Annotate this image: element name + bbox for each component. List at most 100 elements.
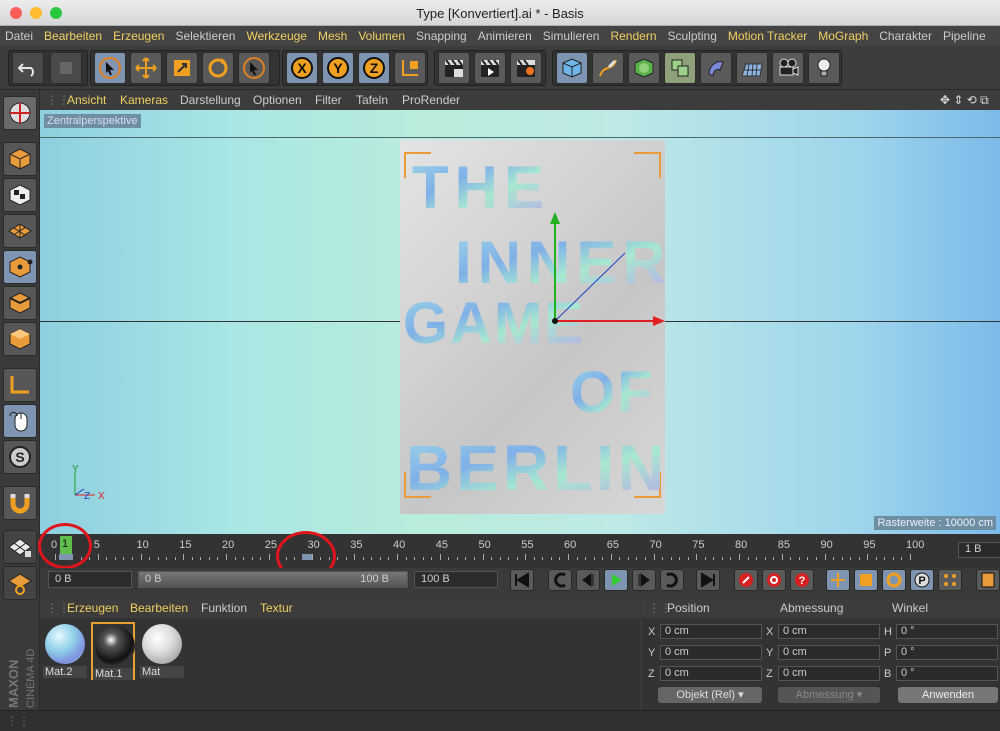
z-axis-lock-button[interactable]: Z (358, 52, 390, 84)
menu-erzeugen[interactable]: Erzeugen (108, 26, 170, 43)
menu-simulieren[interactable]: Simulieren (538, 26, 606, 43)
menu-werkzeuge[interactable]: Werkzeuge (241, 26, 312, 43)
menu-volumen[interactable]: Volumen (353, 26, 411, 43)
go-to-start-button[interactable] (510, 569, 534, 591)
cube-object-button[interactable] (556, 52, 588, 84)
light-button[interactable] (808, 52, 840, 84)
rotate-tool-button[interactable] (202, 52, 234, 84)
array-button[interactable] (664, 52, 696, 84)
go-to-end-button[interactable] (696, 569, 720, 591)
subdivision-surface-button[interactable] (628, 52, 660, 84)
y-axis-lock-button[interactable]: Y (322, 52, 354, 84)
pos-z-field[interactable]: 0 cm (660, 666, 762, 681)
menu-mesh[interactable]: Mesh (313, 26, 353, 43)
material-swatch-mat1[interactable]: Mat.1 (91, 622, 135, 680)
key-parameter-button[interactable]: P (910, 569, 934, 591)
undo-button[interactable] (12, 52, 44, 84)
next-frame-button[interactable] (632, 569, 656, 591)
key-rotation-button[interactable] (882, 569, 906, 591)
x-axis-lock-button[interactable]: X (286, 52, 318, 84)
workplane-button[interactable] (3, 566, 37, 600)
preview-max-field[interactable]: 100 B (414, 571, 498, 588)
coordinate-system-button[interactable] (394, 52, 426, 84)
material-swatch-mat2[interactable]: Mat.2 (43, 622, 87, 680)
size-x-field[interactable]: 0 cm (778, 624, 880, 639)
current-frame-field[interactable]: 1 B (958, 542, 1000, 558)
vp-menu-ansicht[interactable]: Ansicht (67, 93, 106, 107)
deformer-button[interactable] (700, 52, 732, 84)
material-swatch-mat[interactable]: Mat (140, 622, 184, 680)
coordinate-mode-dropdown[interactable]: Objekt (Rel) ▾ (658, 687, 762, 703)
menu-selektieren[interactable]: Selektieren (170, 26, 241, 43)
menu-charakter[interactable]: Charakter (874, 26, 938, 43)
timeline-window-button[interactable] (976, 569, 1000, 591)
menu-pipeline[interactable]: Pipeline (938, 26, 992, 43)
preview-min-field[interactable]: 0 B (48, 571, 132, 588)
rot-b-field[interactable]: 0 ° (896, 666, 998, 681)
size-mode-dropdown[interactable]: Abmessung ▾ (778, 687, 880, 703)
render-picture-viewer-button[interactable] (474, 52, 506, 84)
menu-bearbeiten[interactable]: Bearbeiten (39, 26, 108, 43)
spline-pen-button[interactable] (592, 52, 624, 84)
edges-mode-button[interactable] (3, 286, 37, 320)
pos-x-field[interactable]: 0 cm (660, 624, 762, 639)
preview-range-slider[interactable]: 0 B 100 B (138, 571, 408, 588)
menu-datei[interactable]: Datei (0, 26, 39, 43)
last-tool-button[interactable] (238, 52, 270, 84)
viewport-3d[interactable]: Zentralperspektive THE INNER GAME OF BER… (40, 110, 1000, 534)
workplane-mode-button[interactable] (3, 214, 37, 248)
gizmo-z-axis[interactable] (554, 252, 626, 322)
apply-button[interactable]: Anwenden (898, 687, 998, 703)
live-selection-button[interactable] (94, 52, 126, 84)
size-y-field[interactable]: 0 cm (778, 645, 880, 660)
axis-mode-button[interactable] (3, 368, 37, 402)
render-settings-button[interactable] (510, 52, 542, 84)
move-tool-button[interactable] (130, 52, 162, 84)
scale-tool-button[interactable] (166, 52, 198, 84)
make-editable-button[interactable] (3, 96, 37, 130)
previous-key-button[interactable] (548, 569, 572, 591)
autokey-button[interactable] (762, 569, 786, 591)
texture-mode-button[interactable] (3, 178, 37, 212)
menu-sculpting[interactable]: Sculpting (663, 26, 723, 43)
rot-p-field[interactable]: 0 ° (896, 645, 998, 660)
vp-menu-tafeln[interactable]: Tafeln (356, 93, 388, 107)
tweak-mode-button[interactable] (3, 404, 37, 438)
key-scale-button[interactable] (854, 569, 878, 591)
vp-menu-kameras[interactable]: Kameras (120, 93, 168, 107)
key-position-button[interactable] (826, 569, 850, 591)
key-pla-button[interactable] (938, 569, 962, 591)
gizmo-origin[interactable] (552, 318, 558, 324)
vp-menu-darstellung[interactable]: Darstellung (180, 93, 241, 107)
camera-button[interactable] (772, 52, 804, 84)
vp-menu-filter[interactable]: Filter (315, 93, 342, 107)
next-key-button[interactable] (660, 569, 684, 591)
menu-mograph[interactable]: MoGraph (813, 26, 874, 43)
previous-frame-button[interactable] (576, 569, 600, 591)
mat-menu-funktion[interactable]: Funktion (201, 601, 247, 615)
menu-motion-tracker[interactable]: Motion Tracker (723, 26, 813, 43)
pos-y-field[interactable]: 0 cm (660, 645, 762, 660)
gizmo-y-arrow[interactable] (550, 212, 560, 224)
solo-button[interactable]: S (3, 440, 37, 474)
size-z-field[interactable]: 0 cm (778, 666, 880, 681)
menu-snapping[interactable]: Snapping (411, 26, 473, 43)
timeline-ruler[interactable]: 0 5 10 15 20 25 30 35 40 45 50 55 60 65 70 75 80 85 90 95 10… (40, 534, 1000, 568)
redo-button[interactable] (50, 52, 82, 84)
floor-button[interactable] (736, 52, 768, 84)
menu-rendern[interactable]: Rendern (605, 26, 662, 43)
snap-button[interactable] (3, 486, 37, 520)
mat-menu-textur[interactable]: Textur (260, 601, 293, 615)
points-mode-button[interactable] (3, 250, 37, 284)
mat-menu-erzeugen[interactable]: Erzeugen (67, 601, 118, 615)
mat-menu-bearbeiten[interactable]: Bearbeiten (130, 601, 188, 615)
rot-h-field[interactable]: 0 ° (896, 624, 998, 639)
render-view-button[interactable] (438, 52, 470, 84)
keyframe-selection-button[interactable]: ? (790, 569, 814, 591)
play-button[interactable] (604, 569, 628, 591)
menu-animieren[interactable]: Animieren (473, 26, 538, 43)
workplane-lock-button[interactable] (3, 530, 37, 564)
gizmo-x-arrow[interactable] (653, 316, 665, 326)
model-mode-button[interactable] (3, 142, 37, 176)
polygons-mode-button[interactable] (3, 322, 37, 356)
